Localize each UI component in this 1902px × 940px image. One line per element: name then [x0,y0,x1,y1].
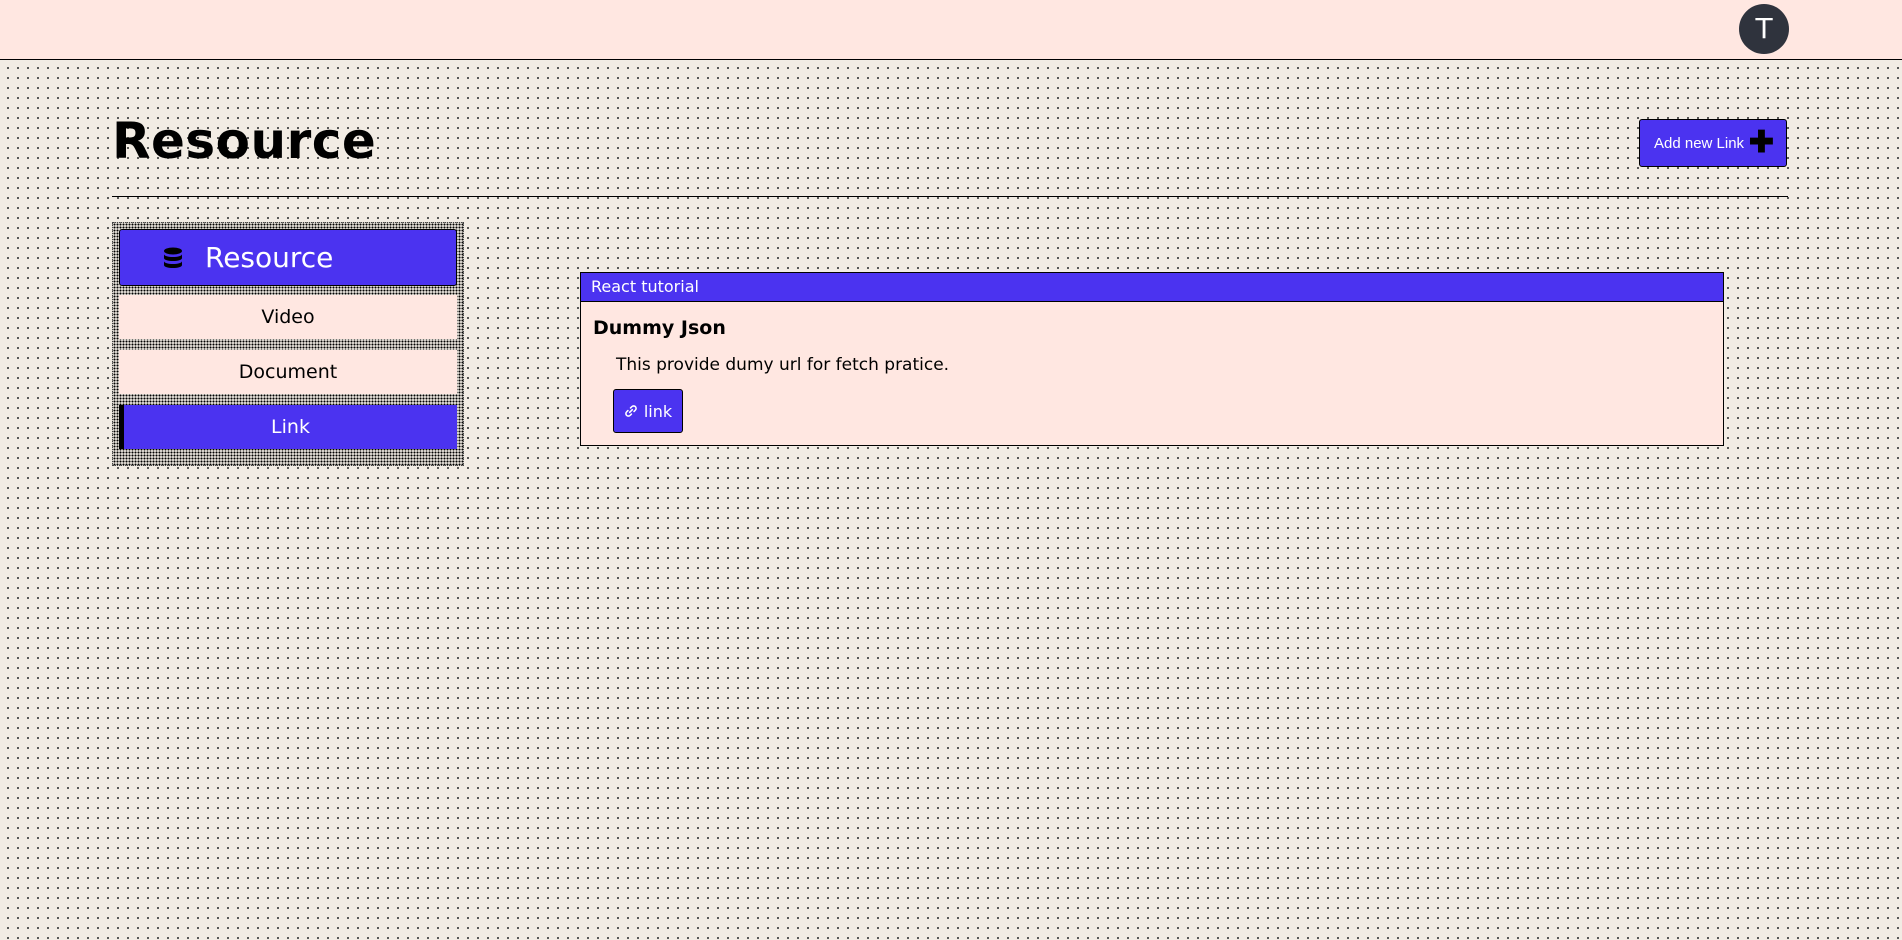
page-title: Resource [112,112,377,170]
sidebar-header-label: Resource [205,241,334,274]
user-avatar[interactable]: T [1739,4,1789,54]
database-icon [164,247,182,268]
card-category: React tutorial [581,273,1723,302]
card-title: Dummy Json [593,317,726,339]
resource-sidebar: Resource Video Document Link [112,222,464,466]
card-link-label: link [643,401,673,421]
header-divider [112,196,1788,197]
top-bar: T [0,0,1902,60]
sidebar-item-link[interactable]: Link [119,405,457,449]
card-link-button[interactable]: link [613,389,683,433]
card-description: This provide dumy url for fetch pratice. [616,355,950,375]
add-new-link-button[interactable]: Add new Link ✚ [1639,119,1787,167]
sidebar-item-video[interactable]: Video [119,295,457,339]
sidebar-header-resource[interactable]: Resource [119,229,457,286]
link-icon [625,405,637,417]
add-new-link-label: Add new Link [1654,134,1745,152]
plus-icon: ✚ [1748,126,1774,159]
sidebar-item-document[interactable]: Document [119,350,457,394]
resource-card: React tutorial Dummy Json This provide d… [580,272,1724,446]
